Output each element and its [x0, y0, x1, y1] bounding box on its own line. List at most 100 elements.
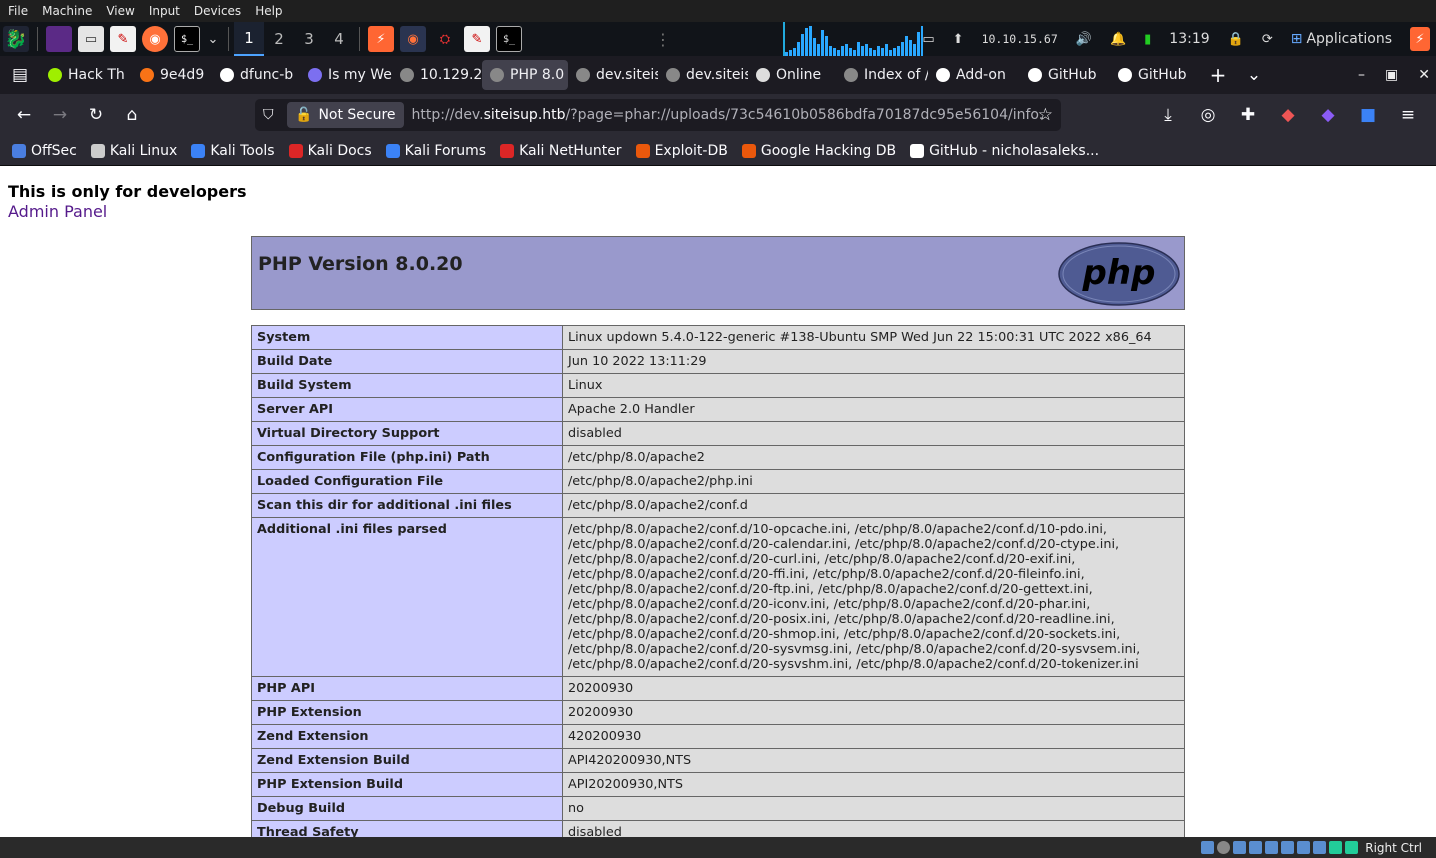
usb-icon[interactable] [1265, 841, 1279, 854]
workspace-2[interactable]: 2 [264, 22, 294, 56]
forward-button[interactable]: → [42, 99, 78, 131]
downloads-icon[interactable]: ⤓ [1150, 99, 1186, 131]
shared-folder-icon[interactable] [1281, 841, 1295, 854]
directive-name: Thread Safety [251, 820, 563, 837]
app-task-icon[interactable]: ⛭ [432, 26, 458, 52]
extension-blue-icon[interactable]: ■ [1350, 99, 1386, 131]
admin-panel-link[interactable]: Admin Panel [8, 202, 107, 221]
workspace-3[interactable]: 3 [294, 22, 324, 56]
burpsuite-icon[interactable]: ⚡ [368, 26, 394, 52]
text-editor-icon[interactable]: ✎ [110, 26, 136, 52]
editor-task-icon[interactable]: ✎ [464, 26, 490, 52]
applications-menu[interactable]: ⊞ Applications [1291, 31, 1392, 47]
url-text[interactable]: http://dev.siteisup.htb/?page=phar://upl… [412, 107, 1042, 123]
directive-value: /etc/php/8.0/apache2 [562, 445, 1185, 470]
notifications-icon[interactable]: 🔔 [1110, 32, 1126, 47]
network-icon[interactable] [1249, 841, 1263, 854]
battery-icon[interactable]: ▮ [1144, 32, 1151, 47]
browser-tab[interactable]: 9e4d9 [132, 56, 212, 94]
bookmark-item[interactable]: Exploit-DB [635, 143, 728, 159]
bookmark-label: Kali Linux [109, 142, 178, 159]
browser-tab[interactable]: Online [748, 56, 836, 94]
refresh-icon[interactable]: ⟳ [1262, 32, 1273, 47]
bookmark-item[interactable]: Kali Tools [191, 142, 275, 159]
vpn-icon[interactable]: ⬆ [953, 32, 964, 47]
tab-overview-icon[interactable]: ▤ [0, 59, 40, 91]
vm-menu-item[interactable]: View [106, 4, 134, 18]
cpu-bar [833, 48, 836, 56]
cpu-bar [793, 48, 796, 56]
vm-menu-item[interactable]: Devices [194, 4, 241, 18]
list-all-tabs-icon[interactable]: ⌄ [1236, 59, 1272, 91]
url-bar[interactable]: ⛉ 🔓 Not Secure http://dev.siteisup.htb/?… [255, 99, 1061, 131]
bookmark-item[interactable]: Kali NetHunter [500, 143, 622, 159]
bookmark-item[interactable]: GitHub - nicholasaleks... [910, 143, 1099, 159]
foxyproxy-icon[interactable]: ◆ [1270, 99, 1306, 131]
bookmark-item[interactable]: Google Hacking DB [741, 143, 896, 159]
tab-favicon-icon [576, 68, 590, 82]
bookmark-star-icon[interactable]: ☆ [1038, 105, 1053, 125]
firefox-icon[interactable]: ◉ [142, 26, 168, 52]
home-button[interactable]: ⌂ [114, 99, 150, 131]
bookmark-item[interactable]: Kali Forums [385, 143, 486, 159]
reload-button[interactable]: ↻ [78, 99, 114, 131]
directive-name: Virtual Directory Support [251, 421, 563, 446]
minimize-icon[interactable]: – [1358, 67, 1365, 83]
recording-icon[interactable] [1313, 841, 1327, 854]
display-icon[interactable]: ▭ [922, 32, 934, 47]
keyboard-icon[interactable] [1345, 841, 1359, 854]
vm-menu-item[interactable]: Input [149, 4, 180, 18]
browser-tab[interactable]: dfunc-b [212, 56, 300, 94]
bookmark-item[interactable]: Kali Linux [90, 142, 178, 159]
display-status-icon[interactable] [1297, 841, 1311, 854]
bookmark-item[interactable]: OffSec [12, 143, 77, 159]
terminal-task-icon[interactable]: $_ [496, 26, 522, 52]
vm-menu-item[interactable]: Machine [42, 4, 92, 18]
browser-tab[interactable]: Add-on [928, 56, 1020, 94]
bookmark-item[interactable]: Kali Docs [288, 143, 372, 159]
mouse-integration-icon[interactable] [1329, 841, 1343, 854]
maximize-icon[interactable]: ▣ [1385, 67, 1398, 83]
burp-tray-icon[interactable]: ⚡ [1410, 27, 1430, 51]
clock[interactable]: 13:19 [1169, 31, 1209, 47]
terminal-icon[interactable]: $_ [174, 26, 200, 52]
workspace-preview-icon[interactable] [46, 26, 72, 52]
workspace-4[interactable]: 4 [324, 22, 354, 56]
audio-icon[interactable] [1233, 841, 1247, 854]
chevron-down-icon[interactable]: ⌄ [206, 26, 220, 52]
browser-tab[interactable]: PHP 8.0✕ [482, 60, 568, 90]
close-window-icon[interactable]: ✕ [1418, 67, 1430, 83]
browser-tab[interactable]: dev.siteisu [658, 56, 748, 94]
table-row: Additional .ini files parsed/etc/php/8.0… [251, 517, 1185, 677]
browser-tab[interactable]: Index of /d [836, 56, 928, 94]
vm-menu-item[interactable]: Help [255, 4, 282, 18]
browser-tab[interactable]: GitHub [1110, 56, 1200, 94]
workspace-1[interactable]: 1 [234, 22, 264, 56]
file-manager-icon[interactable]: ▭ [78, 26, 104, 52]
firefox-task-icon[interactable]: ◉ [400, 26, 426, 52]
site-info-button[interactable]: 🔓 Not Secure [287, 102, 404, 128]
directive-value: disabled [562, 820, 1185, 837]
browser-tab[interactable]: GitHub [1020, 56, 1110, 94]
browser-tab[interactable]: Hack Th [40, 56, 132, 94]
volume-icon[interactable]: 🔊 [1076, 32, 1092, 47]
lock-icon[interactable]: 🔒 [1228, 32, 1244, 47]
shield-icon[interactable]: ⛉ [263, 107, 274, 123]
account-icon[interactable]: ◎ [1190, 99, 1226, 131]
cpu-bar [901, 42, 904, 56]
optical-drive-icon[interactable] [1217, 841, 1231, 854]
vm-menu-item[interactable]: File [8, 4, 28, 18]
back-button[interactable]: ← [6, 99, 42, 131]
bookmark-label: Kali Tools [210, 142, 275, 159]
app-menu-icon[interactable]: ≡ [1390, 99, 1426, 131]
hdd-icon[interactable] [1201, 841, 1215, 854]
extensions-icon[interactable]: ✚ [1230, 99, 1266, 131]
browser-tab[interactable]: 10.129.227 [392, 56, 482, 94]
kali-menu-icon[interactable]: 🐉 [3, 26, 29, 52]
drag-handle-icon[interactable]: ⋮ [655, 30, 671, 49]
extension-purple-icon[interactable]: ◆ [1310, 99, 1346, 131]
browser-tab[interactable]: dev.siteisu [568, 56, 658, 94]
cpu-bar [801, 34, 804, 56]
browser-tab[interactable]: Is my Web [300, 56, 392, 94]
new-tab-button[interactable]: + [1200, 59, 1236, 91]
